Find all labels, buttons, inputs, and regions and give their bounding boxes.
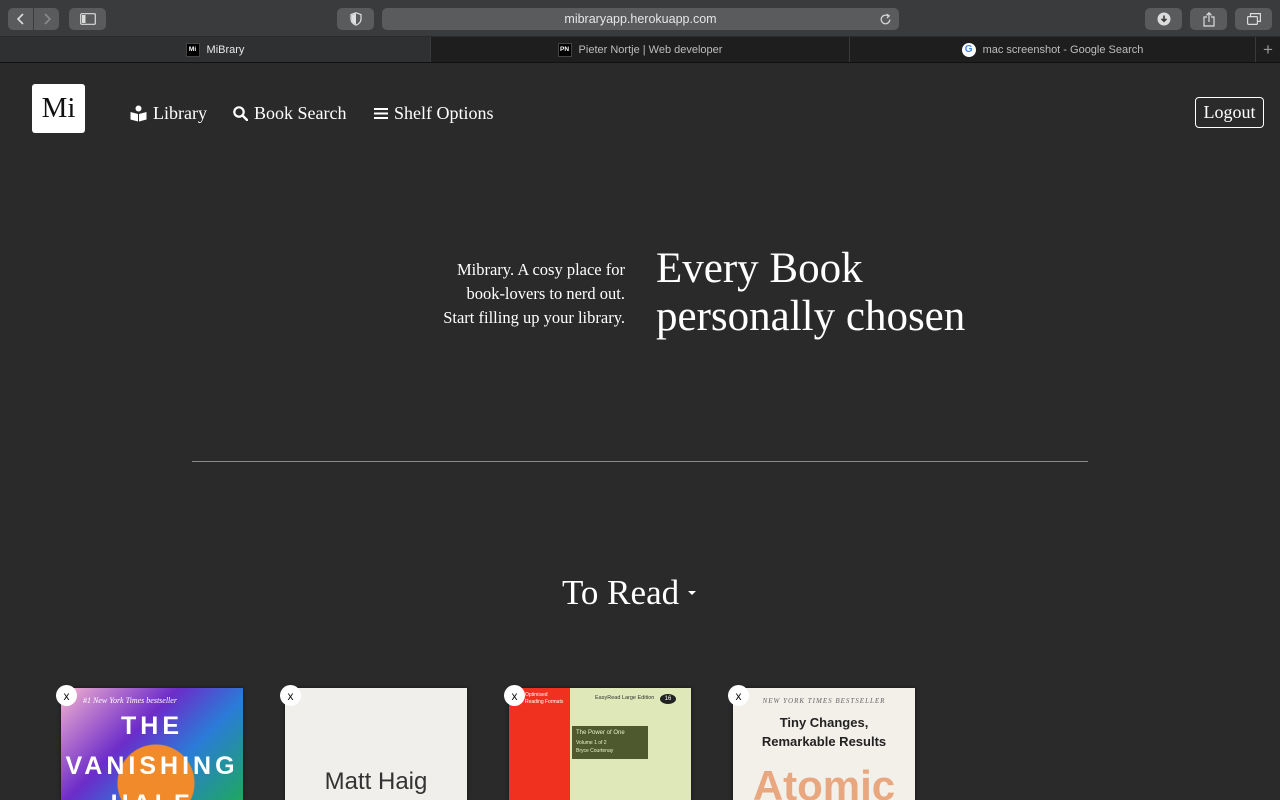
cover-text: 16 xyxy=(660,694,676,704)
book-cover[interactable]: Optimised Reading Formats EasyRead Large… xyxy=(509,688,691,800)
cover-text: Optimised xyxy=(525,692,548,698)
tagline-line: book-lovers to nerd out. xyxy=(466,284,625,303)
cover-text: Atomic xyxy=(752,762,896,800)
tab-mibrary[interactable]: Mi MiBrary xyxy=(0,37,431,62)
cover-text: THE xyxy=(121,712,183,740)
cover-text: Reading Formats xyxy=(525,699,564,705)
google-favicon: G xyxy=(961,42,976,57)
cover-text: VANISHING xyxy=(65,752,239,780)
tab-pieter-nortje[interactable]: PN Pieter Nortje | Web developer xyxy=(431,37,850,62)
share-icon xyxy=(1202,11,1215,27)
tagline-line: Mibrary. A cosy place for xyxy=(456,260,625,279)
reload-icon xyxy=(880,13,890,24)
nav-library-label: Library xyxy=(153,102,207,123)
sidebar-toggle-button[interactable] xyxy=(69,8,106,30)
share-button[interactable] xyxy=(1190,8,1227,30)
nav-shelf-options[interactable]: Shelf Options xyxy=(374,100,494,126)
book-cover[interactable]: Matt Haig xyxy=(285,688,467,800)
pn-favicon: PN xyxy=(557,42,572,57)
download-icon xyxy=(1157,12,1170,26)
app-logo[interactable]: Mi xyxy=(32,84,85,133)
search-icon xyxy=(233,105,248,121)
browser-toolbar: mibraryapp.herokuapp.com xyxy=(0,0,1280,37)
privacy-report-button[interactable] xyxy=(337,8,374,30)
book-cover[interactable]: NEW YORK TIMES BESTSELLER Tiny Changes, … xyxy=(733,688,915,800)
nav-book-search-label: Book Search xyxy=(254,102,347,123)
address-bar[interactable]: mibraryapp.herokuapp.com xyxy=(382,8,899,30)
cover-text: EasyRead Large Edition xyxy=(595,695,655,701)
cover-text: Remarkable Results xyxy=(761,734,887,749)
cover-text: Matt Haig xyxy=(324,768,428,795)
logout-button[interactable]: Logout xyxy=(1195,97,1264,128)
shelf-title: To Read xyxy=(562,573,680,612)
hero-headline: Every Book personally chosen xyxy=(656,245,965,341)
headline-line: personally chosen xyxy=(656,293,966,340)
book-reader-icon xyxy=(130,105,147,121)
new-tab-button[interactable]: + xyxy=(1256,37,1280,62)
book-cover[interactable]: #1 New York Times bestseller THE VANISHI… xyxy=(61,688,243,800)
chevron-right-icon xyxy=(43,13,51,25)
nav-library[interactable]: Library xyxy=(130,100,207,126)
tagline-line: Start filling up your library. xyxy=(443,308,625,327)
downloads-button[interactable] xyxy=(1145,8,1182,30)
cover-title-box: The Power of One Volume 1 of 2 Bryce Cou… xyxy=(572,726,648,759)
caret-down-icon xyxy=(688,591,697,595)
cover-text: HALF xyxy=(61,790,243,800)
remove-book-button[interactable]: x xyxy=(728,685,749,706)
remove-book-button[interactable]: x xyxy=(280,685,301,706)
hero-tagline: Mibrary. A cosy place for book-lovers to… xyxy=(365,258,625,330)
cover-text: The Power of One xyxy=(576,730,625,736)
reload-button[interactable] xyxy=(877,11,893,27)
address-url: mibraryapp.herokuapp.com xyxy=(564,12,717,26)
tab-label: mac screenshot - Google Search xyxy=(982,43,1144,56)
nav-book-search[interactable]: Book Search xyxy=(233,100,346,126)
section-divider xyxy=(192,461,1088,462)
mibrary-favicon: Mi xyxy=(185,42,200,57)
cover-text: Volume 1 of 2 xyxy=(576,740,607,746)
chevron-left-icon xyxy=(16,13,24,25)
tab-overview-button[interactable] xyxy=(1235,8,1272,30)
menu-icon xyxy=(374,107,388,119)
tab-google-search[interactable]: G mac screenshot - Google Search xyxy=(850,37,1256,62)
sidebar-icon xyxy=(79,13,96,25)
headline-line: Every Book xyxy=(656,245,863,292)
remove-book-button[interactable]: x xyxy=(504,685,525,706)
remove-book-button[interactable]: x xyxy=(56,685,77,706)
nav-shelf-options-label: Shelf Options xyxy=(394,102,494,123)
back-button[interactable] xyxy=(8,8,34,30)
cover-text: Tiny Changes, xyxy=(779,715,869,730)
cover-text: #1 New York Times bestseller xyxy=(83,696,177,705)
cover-text: NEW YORK TIMES BESTSELLER xyxy=(762,697,886,705)
tab-bar: Mi MiBrary PN Pieter Nortje | Web develo… xyxy=(0,37,1280,63)
shelf-selector[interactable]: To Read xyxy=(562,573,697,613)
tab-label: MiBrary xyxy=(206,43,245,56)
forward-button[interactable] xyxy=(34,8,59,30)
cover-text: Bryce Courtenay xyxy=(576,748,614,754)
history-nav-group xyxy=(8,8,59,30)
tabs-icon xyxy=(1246,13,1261,25)
shield-icon xyxy=(349,12,362,26)
tab-label: Pieter Nortje | Web developer xyxy=(578,43,723,56)
